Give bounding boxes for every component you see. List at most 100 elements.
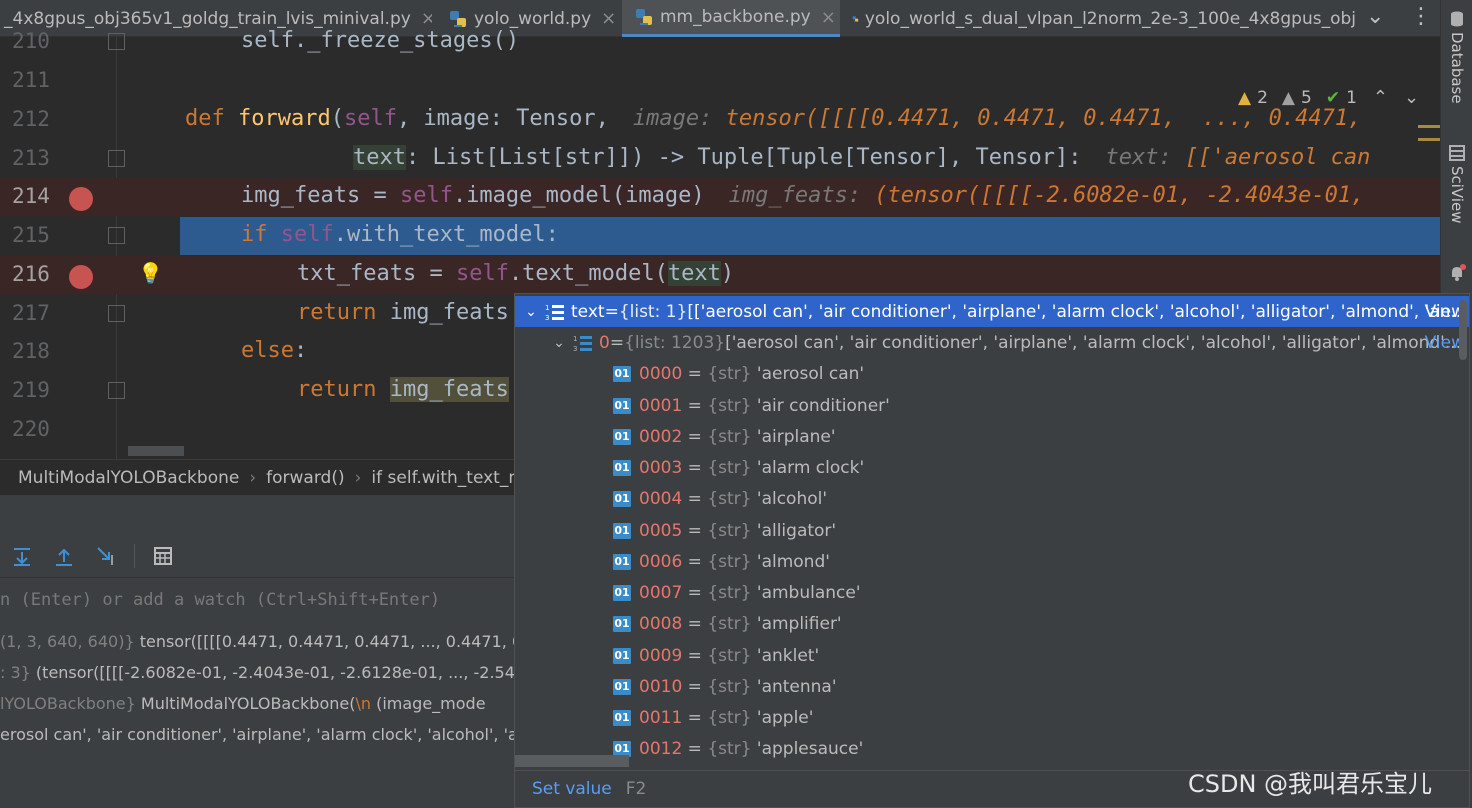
- watermark: CSDN @我叫君乐宝儿: [1188, 770, 1433, 798]
- line-number: 210: [12, 29, 50, 53]
- scrollbar-marker[interactable]: [1418, 138, 1440, 141]
- step-out-icon[interactable]: [50, 542, 78, 570]
- code-text: img_feats = self.image_model(image) img_f…: [241, 183, 1365, 208]
- list-item[interactable]: 01 0010 = {str} 'antenna': [515, 671, 1469, 702]
- inspection-widget[interactable]: ▲ 2 ▲ 5 ✔ 1 ⌃ ⌄: [1238, 87, 1419, 108]
- code-text: def forward(self, image: Tensor, image: t…: [185, 106, 1362, 131]
- list-item[interactable]: 01 0003 = {str} 'alarm clock': [515, 452, 1469, 483]
- sciview-label: SciView: [1448, 166, 1466, 224]
- list-item[interactable]: 01 0000 = {str} 'aerosol can': [515, 358, 1469, 389]
- ok-count: 1: [1346, 87, 1357, 108]
- execution-line: 215 if self.with_text_model:: [0, 217, 1440, 255]
- list-item[interactable]: 01 0001 = {str} 'air conditioner': [515, 390, 1469, 421]
- list-item[interactable]: 01 0007 = {str} 'ambulance': [515, 577, 1469, 608]
- string-type-icon: 01: [613, 522, 631, 539]
- breakpoint-icon[interactable]: [69, 265, 93, 289]
- breadcrumb-item[interactable]: MultiModalYOLOBackbone: [18, 468, 239, 488]
- tree-row-root[interactable]: ⌄ 13 text = {list: 1} [['aerosol can', '…: [515, 296, 1469, 327]
- breakpoint-line: 216 💡 txt_feats = self.text_model(text): [0, 256, 1440, 294]
- line-number: 215: [12, 223, 50, 247]
- string-type-icon: 01: [613, 490, 631, 507]
- chevron-down-icon[interactable]: ⌄: [523, 304, 539, 320]
- breadcrumb-item[interactable]: forward(): [266, 468, 344, 488]
- code-text: self._freeze_stages(): [241, 28, 520, 53]
- list-item[interactable]: 01 0005 = {str} 'alligator': [515, 515, 1469, 546]
- breadcrumb: MultiModalYOLOBackbone › forward() › if …: [0, 459, 515, 495]
- database-icon: [1451, 11, 1463, 27]
- code-line: 210 self._freeze_stages(): [0, 23, 1440, 61]
- variable-row[interactable]: lYOLOBackbone} MultiModalYOLOBackbone(\n…: [0, 694, 486, 713]
- code-text: txt_feats = self.text_model(text): [297, 261, 735, 286]
- fold-marker-icon[interactable]: [108, 305, 125, 322]
- sciview-icon: [1449, 145, 1465, 161]
- vertical-scrollbar[interactable]: [1459, 300, 1467, 360]
- notifications-icon: [1452, 264, 1466, 281]
- list-item[interactable]: 01 0006 = {str} 'almond': [515, 546, 1469, 577]
- string-type-icon: 01: [613, 678, 631, 695]
- string-type-icon: 01: [613, 584, 631, 601]
- tree-row-child[interactable]: ⌄ 13 0 = {list: 1203} ['aerosol can', 'a…: [515, 327, 1469, 358]
- warning-count: 2: [1257, 87, 1268, 108]
- check-icon: ✔: [1325, 87, 1341, 108]
- list-icon: 13: [545, 304, 564, 322]
- horizontal-scrollbar[interactable]: [128, 446, 184, 456]
- debug-panel: n (Enter) or add a watch (Ctrl+Shift+Ent…: [0, 495, 548, 808]
- line-number: 216: [12, 262, 50, 286]
- line-number: 214: [12, 184, 50, 208]
- code-line: 213 text: List[List[str]]) -> Tuple[Tupl…: [0, 140, 1440, 178]
- watch-input-hint[interactable]: n (Enter) or add a watch (Ctrl+Shift+Ent…: [0, 590, 440, 610]
- value-inspector-popup: ⌄ 13 text = {list: 1} [['aerosol can', '…: [514, 293, 1470, 808]
- scrollbar-marker[interactable]: [1418, 125, 1440, 128]
- horizontal-scrollbar[interactable]: [515, 755, 629, 767]
- svg-text:3: 3: [545, 314, 549, 322]
- debug-toolbar: [0, 535, 515, 577]
- list-item[interactable]: 01 0012 = {str} 'applesauce': [515, 733, 1469, 764]
- code-text: text: List[List[str]]) -> Tuple[Tuple[Te…: [353, 145, 1371, 170]
- list-item[interactable]: 01 0009 = {str} 'anklet': [515, 640, 1469, 671]
- step-into-my-code-icon[interactable]: [8, 542, 36, 570]
- list-item[interactable]: 01 0011 = {str} 'apple': [515, 702, 1469, 733]
- variable-row[interactable]: : 3} (tensor([[[[-2.6082e-01, -2.4043e-0…: [0, 663, 525, 682]
- line-number: 212: [12, 107, 50, 131]
- string-type-icon: 01: [613, 428, 631, 445]
- run-to-cursor-icon[interactable]: [92, 542, 120, 570]
- database-label: Database: [1448, 32, 1466, 104]
- chevron-up-icon[interactable]: ⌃: [1373, 87, 1388, 108]
- fold-marker-icon[interactable]: [108, 227, 125, 244]
- lightbulb-icon[interactable]: 💡: [138, 261, 163, 285]
- toolbar-divider: [0, 577, 515, 578]
- sciview-tool[interactable]: SciView: [1441, 144, 1472, 224]
- weak-warning-count: 5: [1300, 87, 1312, 108]
- notifications-tool[interactable]: [1441, 264, 1472, 286]
- fold-marker-icon[interactable]: [108, 382, 125, 399]
- toolbar-divider: [134, 544, 135, 568]
- breadcrumb-separator-icon: ›: [249, 467, 257, 488]
- line-number: 217: [12, 301, 50, 325]
- line-number: 211: [12, 68, 50, 92]
- string-type-icon: 01: [613, 397, 631, 414]
- chevron-down-icon[interactable]: ⌄: [551, 335, 567, 351]
- list-item[interactable]: 01 0008 = {str} 'amplifier': [515, 608, 1469, 639]
- list-item[interactable]: 01 0002 = {str} 'airplane': [515, 421, 1469, 452]
- fold-marker-icon[interactable]: [108, 150, 125, 167]
- line-number: 220: [12, 417, 50, 441]
- chevron-down-icon[interactable]: ⌄: [1404, 87, 1419, 108]
- line-number: 218: [12, 339, 50, 363]
- breadcrumb-item[interactable]: if self.with_text_m: [371, 468, 515, 488]
- fold-marker-icon[interactable]: [108, 33, 125, 50]
- line-number: 219: [12, 378, 50, 402]
- variable-row[interactable]: (1, 3, 640, 640)} tensor([[[[0.4471, 0.4…: [0, 632, 548, 651]
- string-type-icon: 01: [613, 615, 631, 632]
- variable-row[interactable]: erosol can', 'air conditioner', 'airplan…: [0, 725, 522, 744]
- code-text: return img_feats: [297, 377, 509, 402]
- breakpoint-line: 214 img_feats = self.image_model(image) i…: [0, 178, 1440, 216]
- breakpoint-icon[interactable]: [69, 187, 93, 211]
- breadcrumb-separator-icon: ›: [354, 467, 362, 488]
- list-item[interactable]: 01 0004 = {str} 'alcohol': [515, 483, 1469, 514]
- string-type-icon: 01: [613, 553, 631, 570]
- database-tool[interactable]: Database: [1441, 10, 1472, 104]
- evaluate-expression-icon[interactable]: [149, 542, 177, 570]
- string-type-icon: 01: [613, 647, 631, 664]
- string-type-icon: 01: [613, 709, 631, 726]
- set-value-link[interactable]: Set value: [532, 779, 612, 799]
